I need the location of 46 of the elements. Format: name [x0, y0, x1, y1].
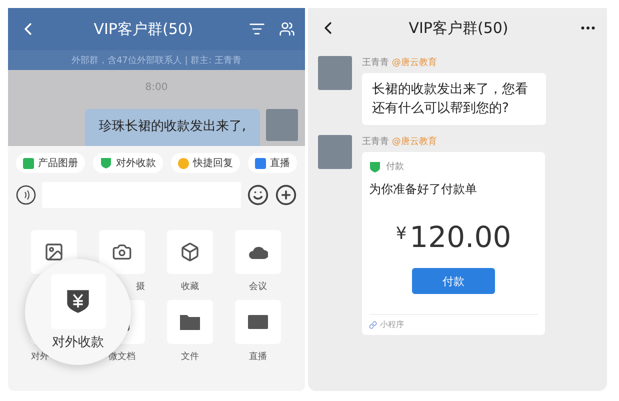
box-icon — [180, 242, 200, 262]
pay-button[interactable]: 付款 — [412, 268, 495, 294]
message-bubble: 珍珠长裙的收款发出来了, — [84, 109, 260, 146]
message-bubble: 长裙的收款发出来了，您看还有什么可以帮到您的? — [362, 73, 546, 125]
tool-tile[interactable] — [99, 230, 145, 274]
group-info: 外部群，含47位外部联系人 | 群主: 王青青 — [8, 50, 305, 70]
contacts-icon[interactable] — [279, 21, 295, 37]
shortcut-chip[interactable]: 对外收款 — [93, 153, 163, 173]
avatar-placeholder — [318, 135, 352, 169]
tool-tile[interactable] — [167, 230, 213, 274]
folder-icon — [180, 314, 200, 330]
tool-label: 会议 — [249, 280, 267, 292]
shield-icon — [65, 288, 91, 314]
voice-icon[interactable] — [16, 185, 36, 205]
avatar-placeholder — [266, 109, 298, 141]
amount: 120.00 — [410, 220, 512, 254]
tool-tile[interactable] — [235, 300, 281, 344]
chat-title: VIP客户群(50) — [94, 20, 194, 38]
avatar-placeholder — [318, 56, 352, 90]
chat-title: VIP客户群(50) — [408, 18, 508, 38]
card-text: 为你准备好了付款单 — [369, 181, 478, 198]
plus-icon[interactable] — [275, 184, 297, 206]
payment-tile[interactable] — [50, 274, 106, 328]
image-icon — [44, 242, 64, 262]
tool-tile[interactable] — [235, 230, 281, 274]
shortcut-chip[interactable]: 快捷回复 — [171, 153, 240, 173]
mini-program-label: 小程序 — [380, 319, 404, 330]
currency-symbol: ¥ — [396, 224, 407, 244]
card-label: 付款 — [386, 160, 404, 173]
shield-icon — [369, 160, 381, 172]
emoji-icon[interactable] — [247, 184, 269, 206]
sender-name: 王青青 @唐云教育 — [362, 135, 438, 148]
link-icon — [369, 320, 377, 328]
shortcut-chip[interactable]: 产品图册 — [16, 153, 85, 173]
shortcut-chip[interactable]: 直播 — [248, 153, 297, 173]
tool-label: 收藏 — [181, 280, 199, 292]
sender-name: 王青青 @唐云教育 — [362, 56, 438, 69]
tool-label: 对外收款 — [52, 334, 104, 350]
tool-label: 文件 — [181, 350, 199, 362]
shield-icon — [100, 157, 112, 169]
camera-icon — [112, 242, 132, 262]
menu-icon[interactable] — [249, 21, 265, 37]
tool-tile[interactable] — [167, 300, 213, 344]
tool-label: 摄 — [136, 280, 145, 292]
message-time: 8:00 — [145, 82, 168, 93]
tool-label: 直播 — [249, 350, 267, 362]
